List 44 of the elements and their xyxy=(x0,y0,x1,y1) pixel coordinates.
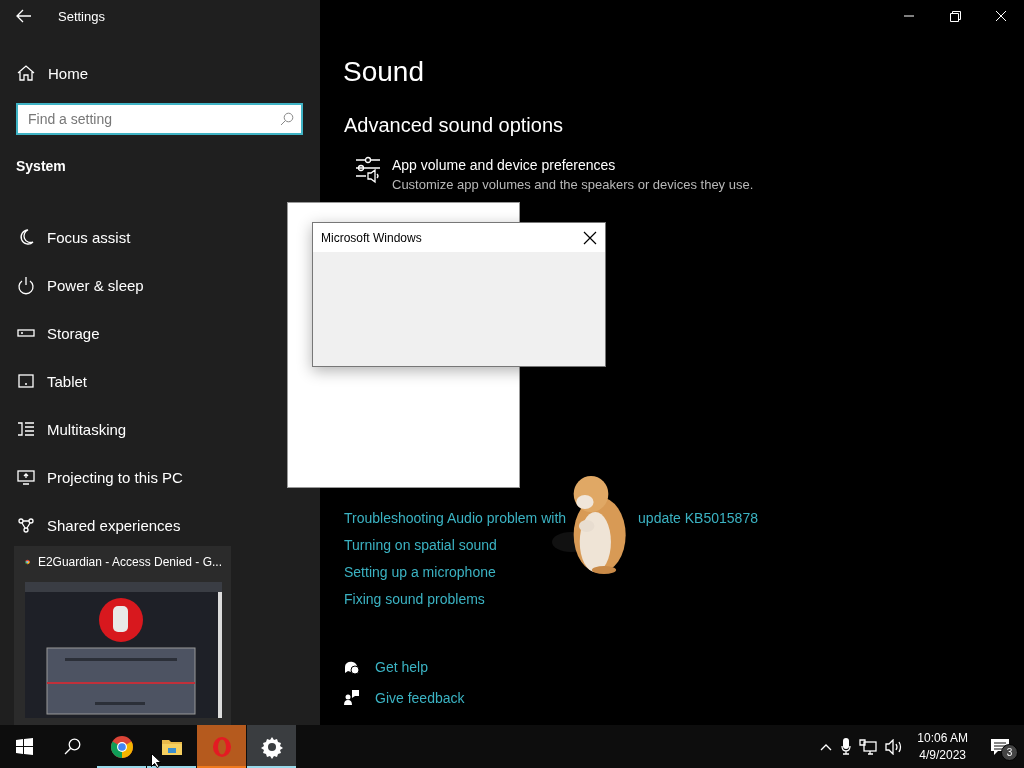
help-link[interactable]: Get help xyxy=(343,651,1024,682)
network-icon[interactable] xyxy=(859,738,878,755)
help-link[interactable]: Fixing sound problems xyxy=(344,586,485,613)
search-icon xyxy=(63,738,81,755)
windows-logo-icon xyxy=(15,738,33,755)
search-field[interactable]: Find a setting xyxy=(16,103,303,135)
power-icon xyxy=(16,275,36,295)
thumbnail-title: E2Guardian - Access Denied - G... xyxy=(37,555,222,569)
feedback-icon xyxy=(343,689,360,706)
sliders-icon xyxy=(355,156,381,184)
list-icon xyxy=(16,419,36,439)
clock[interactable]: 10:06 AM 4/9/2023 xyxy=(917,729,968,764)
browser-icon xyxy=(109,734,134,759)
help-link[interactable]: Setting up a microphone xyxy=(344,559,496,586)
back-icon[interactable] xyxy=(16,9,32,23)
sidebar-item[interactable]: Multitasking xyxy=(0,405,135,453)
section-heading: System xyxy=(16,157,66,176)
microphone-icon[interactable] xyxy=(841,738,852,755)
settings-option[interactable]: App volume and device preferences Customize app volumes and the speakers or devices they use. xyxy=(355,156,1024,194)
taskbar-button[interactable] xyxy=(247,725,296,768)
help-link[interactable]: Give feedback xyxy=(343,682,1024,713)
tablet-icon xyxy=(16,371,36,391)
page-title: Sound xyxy=(343,55,425,89)
sidebar-item[interactable]: Focus assist xyxy=(0,213,139,261)
section-heading: Advanced sound options xyxy=(344,113,565,138)
dialog-title: Microsoft Windows xyxy=(321,230,422,245)
share-icon xyxy=(16,515,36,535)
help-link[interactable]: Turning on spatial sound xyxy=(344,532,497,559)
search-icon xyxy=(280,112,294,126)
sidebar-item[interactable]: Projecting to this PC xyxy=(0,453,191,501)
home-link[interactable]: Home xyxy=(0,57,320,89)
notification-badge: 3 xyxy=(1001,743,1018,761)
help-link[interactable]: update KB5015878 xyxy=(638,505,758,532)
sidebar-item[interactable]: Tablet xyxy=(0,357,96,405)
speaker-icon[interactable] xyxy=(885,738,904,755)
sidebar-item[interactable]: Storage xyxy=(0,309,108,357)
sidebar-item[interactable]: Shared experiences xyxy=(0,501,189,549)
monitor-icon xyxy=(16,467,36,487)
sidebar-item[interactable]: Power & sleep xyxy=(0,261,152,309)
mouse-pointer-icon xyxy=(151,753,162,768)
close-button[interactable] xyxy=(583,230,597,245)
window-title: Settings xyxy=(58,8,105,24)
home-icon xyxy=(16,63,36,83)
help-link[interactable]: Troubleshooting Audio problem with xyxy=(344,505,567,532)
